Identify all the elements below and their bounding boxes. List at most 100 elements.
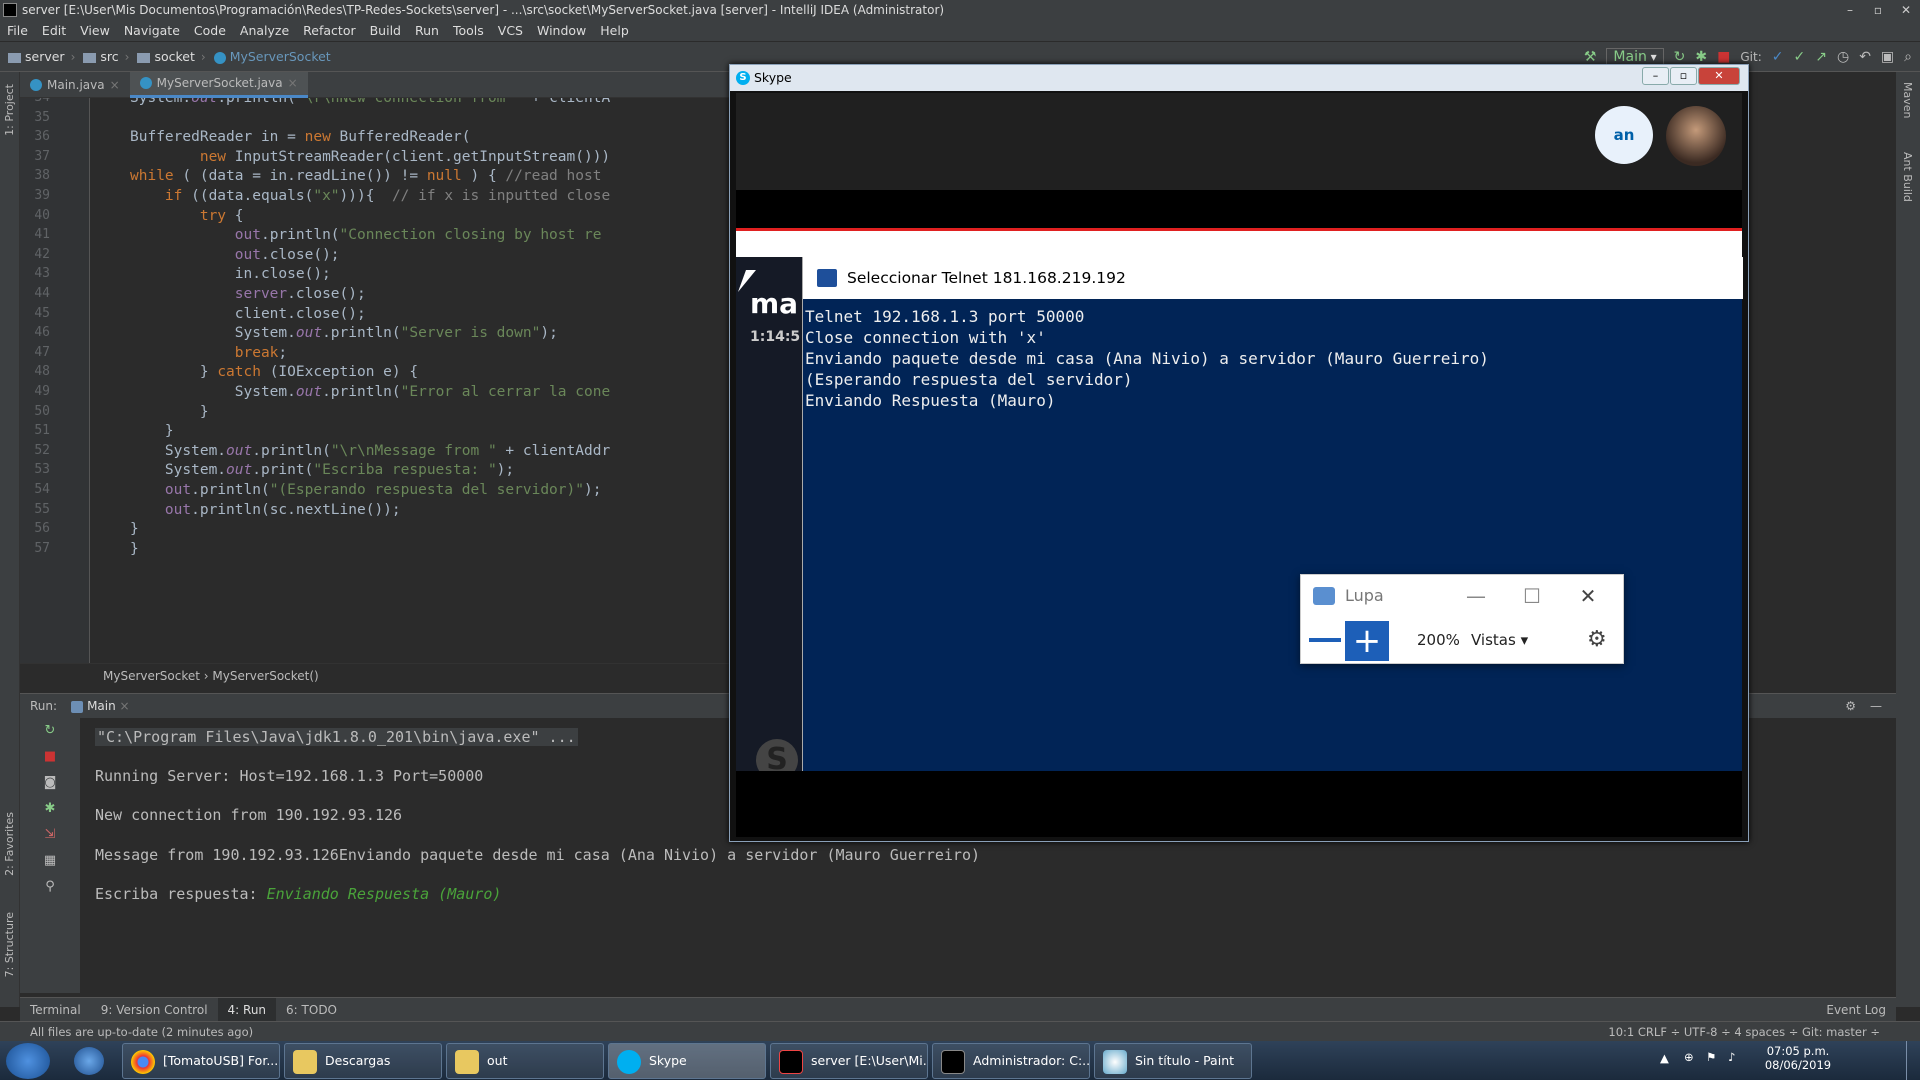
history-icon[interactable]: ◷ <box>1837 49 1849 65</box>
stop-icon[interactable]: ■ <box>1717 49 1730 65</box>
terminal-icon <box>817 269 837 287</box>
zoom-in-button[interactable]: + <box>1345 621 1389 661</box>
self-avatar[interactable] <box>1666 106 1726 166</box>
git-commit-icon[interactable]: ✓ <box>1794 49 1806 65</box>
exit-icon[interactable]: ⇲ <box>20 822 80 848</box>
close-button[interactable]: ✕ <box>1892 0 1920 20</box>
task-paint[interactable]: Sin título - Paint <box>1094 1043 1252 1079</box>
ant-build-tool-tab[interactable]: Ant Build <box>1901 152 1914 202</box>
pin-icon[interactable]: ⚲ <box>20 874 80 900</box>
structure-tool-tab[interactable]: 7: Structure <box>3 912 16 977</box>
magnifier-close-button[interactable]: ✕ <box>1563 575 1613 617</box>
ie-icon[interactable] <box>74 1047 104 1075</box>
tray-expand-icon[interactable]: ▲ <box>1660 1051 1669 1065</box>
menu-vcs[interactable]: VCS <box>491 20 530 42</box>
magnifier-settings-icon[interactable]: ⚙ <box>1587 627 1607 652</box>
git-push-icon[interactable]: ↗ <box>1815 49 1827 65</box>
line-number: 57 <box>34 540 50 556</box>
tab-todo[interactable]: 6: TODO <box>276 998 347 1022</box>
tab-main-java[interactable]: Main.java × <box>20 72 130 98</box>
status-message: All files are up-to-date (2 minutes ago) <box>30 1025 254 1039</box>
line-number: 42 <box>34 246 50 262</box>
line-number: 35 <box>34 109 50 125</box>
task-descargas[interactable]: Descargas <box>284 1043 442 1079</box>
menu-code[interactable]: Code <box>187 20 233 42</box>
menu-tools[interactable]: Tools <box>446 20 491 42</box>
breadcrumb-src[interactable]: src <box>83 49 119 64</box>
camera-icon[interactable]: ◙ <box>20 770 80 796</box>
menu-navigate[interactable]: Navigate <box>117 20 187 42</box>
tab-version-control[interactable]: 9: Version Control <box>91 998 218 1022</box>
run-tab-main[interactable]: Main × <box>71 699 130 713</box>
start-button[interactable] <box>6 1043 50 1079</box>
tab-run[interactable]: 4: Run <box>217 997 277 1022</box>
magnifier-minimize-button[interactable]: — <box>1451 575 1501 617</box>
skype-maximize-button[interactable]: ▫ <box>1670 67 1697 85</box>
menu-bar: File Edit View Navigate Code Analyze Ref… <box>0 20 1920 42</box>
rerun-icon[interactable]: ↻ <box>20 718 80 744</box>
rerun-icon[interactable]: ↻ <box>1674 49 1686 65</box>
layout-icon[interactable]: ▦ <box>20 848 80 874</box>
maven-tool-tab[interactable]: Maven <box>1901 82 1914 118</box>
close-tab-icon[interactable]: × <box>288 70 298 96</box>
folder-icon <box>83 52 97 63</box>
breadcrumb-server[interactable]: server <box>8 49 65 64</box>
tray-clock[interactable]: 07:05 p.m. 08/06/2019 <box>1760 1044 1836 1072</box>
event-log-button[interactable]: Event Log <box>1816 998 1896 1022</box>
volume-icon[interactable]: ♪ <box>1728 1050 1735 1064</box>
skype-window: S Skype – ▫ ✕ an ma 1:14:5 Seleccionar T… <box>729 64 1749 842</box>
task-chrome[interactable]: [TomatoUSB] For... <box>122 1043 280 1079</box>
code-line: out.println(sc.nextLine()); <box>164 501 401 518</box>
task-cmd[interactable]: Administrador: C:... <box>932 1043 1090 1079</box>
build-hammer-icon[interactable]: ⚒ <box>1584 49 1597 65</box>
menu-help[interactable]: Help <box>593 20 636 42</box>
magnifier-maximize-button[interactable]: ☐ <box>1507 575 1557 617</box>
close-tab-icon[interactable]: × <box>110 72 120 98</box>
ide-title-bar: server [E:\User\Mis Documentos\Programac… <box>0 0 1920 20</box>
console-command-line: "C:\Program Files\Java\jdk1.8.0_201\bin\… <box>95 728 578 746</box>
search-icon[interactable]: ⌕ <box>1904 49 1912 65</box>
menu-window[interactable]: Window <box>530 20 593 42</box>
show-desktop-button[interactable] <box>1906 1041 1920 1080</box>
views-dropdown[interactable]: Vistas ▾ <box>1471 631 1528 649</box>
task-skype[interactable]: Skype <box>608 1043 766 1079</box>
tab-myserversocket-java[interactable]: MyServerSocket.java × <box>129 70 308 98</box>
participant-avatar[interactable]: an <box>1595 106 1653 164</box>
menu-edit[interactable]: Edit <box>35 20 73 42</box>
debug-icon[interactable]: ✱ <box>20 796 80 822</box>
action-center-icon[interactable]: ⚑ <box>1706 1050 1716 1064</box>
editor-breadcrumb[interactable]: MyServerSocket › MyServerSocket() <box>20 663 730 687</box>
stop-icon[interactable]: ■ <box>20 744 80 770</box>
menu-refactor[interactable]: Refactor <box>296 20 362 42</box>
debug-icon[interactable]: ✱ <box>1695 49 1707 65</box>
network-icon[interactable]: ⊕ <box>1684 1050 1694 1064</box>
code-editor[interactable]: 3435 36 37 38 39 40 41 42 43 44 45 46 47 48 49 50 51 52 53… <box>20 98 730 663</box>
zoom-out-button[interactable] <box>1309 638 1341 642</box>
tab-terminal[interactable]: Terminal <box>20 998 91 1022</box>
magnifier-toolbar: + 200% Vistas ▾ ⚙ <box>1301 619 1623 663</box>
breadcrumb-myserversocket[interactable]: MyServerSocket <box>213 49 331 64</box>
task-out[interactable]: out <box>446 1043 604 1079</box>
task-intellij[interactable]: server [E:\User\Mi... <box>770 1043 928 1079</box>
menu-build[interactable]: Build <box>363 20 408 42</box>
menu-file[interactable]: File <box>0 20 35 42</box>
breadcrumb-socket[interactable]: socket <box>137 49 195 64</box>
settings-gear-icon[interactable]: ⚙ <box>1845 699 1856 713</box>
favorites-tool-tab[interactable]: 2: Favorites <box>3 812 16 876</box>
git-update-icon[interactable]: ✓ <box>1772 49 1784 65</box>
folder-icon <box>8 52 21 63</box>
hide-panel-icon[interactable]: — <box>1870 699 1882 713</box>
menu-run[interactable]: Run <box>408 20 446 42</box>
java-class-icon <box>213 51 226 64</box>
magnifier-icon <box>1313 587 1335 605</box>
skype-minimize-button[interactable]: – <box>1642 67 1669 85</box>
undo-icon[interactable]: ↶ <box>1859 49 1871 65</box>
menu-view[interactable]: View <box>73 20 117 42</box>
status-info[interactable]: 10:1 CRLF ÷ UTF-8 ÷ 4 spaces ÷ Git: mast… <box>1608 1022 1880 1042</box>
project-tool-tab[interactable]: 1: Project <box>3 84 16 136</box>
project-structure-icon[interactable]: ▣ <box>1881 49 1894 65</box>
minimize-button[interactable]: – <box>1836 0 1864 20</box>
menu-analyze[interactable]: Analyze <box>233 20 296 42</box>
skype-close-button[interactable]: ✕ <box>1698 67 1740 85</box>
maximize-button[interactable]: ▫ <box>1864 0 1892 20</box>
